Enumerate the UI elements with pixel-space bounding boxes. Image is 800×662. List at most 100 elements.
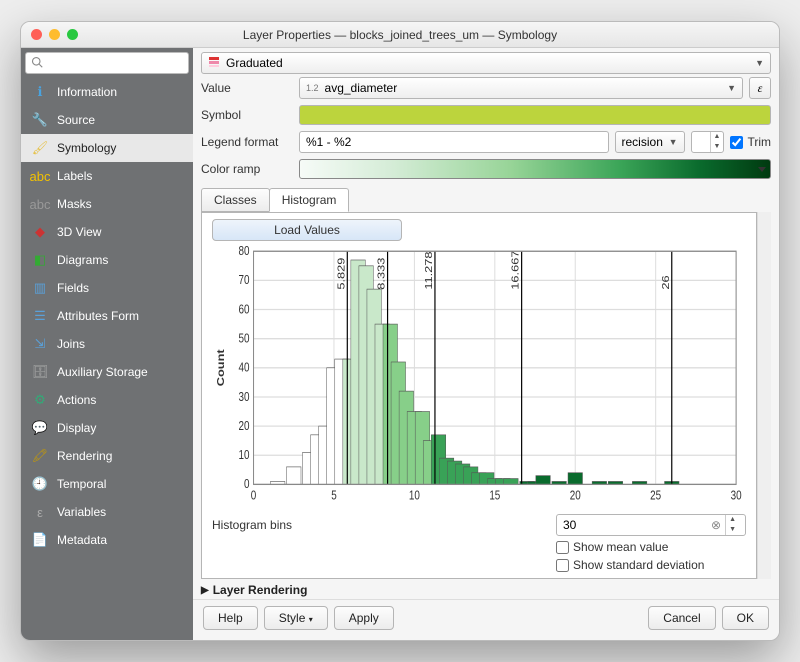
legend-format-label: Legend format xyxy=(201,135,293,149)
sidebar-item-label: Display xyxy=(57,421,96,435)
sidebar-item-label: Temporal xyxy=(57,477,106,491)
value-label: Value xyxy=(201,81,293,95)
sidebar-item-label: Masks xyxy=(57,197,92,211)
svg-text:15: 15 xyxy=(489,490,500,503)
svg-text:30: 30 xyxy=(731,490,742,503)
svg-text:5: 5 xyxy=(331,490,337,503)
load-values-button[interactable]: Load Values xyxy=(212,219,402,241)
sidebar-item-temporal[interactable]: 🕘 Temporal xyxy=(21,470,193,498)
search-input[interactable] xyxy=(25,52,189,74)
main-panel: Graduated ▼ Value 1.2 avg_diameter ▼ ε S… xyxy=(193,48,779,640)
value-field-combo[interactable]: 1.2 avg_diameter ▼ xyxy=(299,77,743,99)
ok-button[interactable]: OK xyxy=(722,606,769,630)
color-ramp-selector[interactable] xyxy=(299,159,771,179)
sidebar-item-information[interactable]: ℹ Information xyxy=(21,78,193,106)
help-button[interactable]: Help xyxy=(203,606,258,630)
sidebar-item-labels[interactable]: abcLabels xyxy=(21,162,193,190)
minimize-icon[interactable] xyxy=(49,29,60,40)
sidebar-item-display[interactable]: 💬Display xyxy=(21,414,193,442)
tab-histogram[interactable]: Histogram xyxy=(269,188,350,212)
sidebar-icon: ▥ xyxy=(31,279,49,297)
show-mean-checkbox[interactable]: Show mean value xyxy=(556,540,746,554)
sidebar-item-label: Fields xyxy=(57,281,89,295)
svg-text:10: 10 xyxy=(409,490,420,503)
svg-text:50: 50 xyxy=(239,332,250,345)
bins-spinbox[interactable]: ⊗ ▲▼ xyxy=(556,514,746,536)
zoom-icon[interactable] xyxy=(67,29,78,40)
svg-text:8.333: 8.333 xyxy=(377,258,387,290)
sidebar-item-diagrams[interactable]: ◧Diagrams xyxy=(21,246,193,274)
svg-text:16.667: 16.667 xyxy=(511,251,521,290)
window-controls xyxy=(21,29,78,40)
svg-text:5.829: 5.829 xyxy=(337,258,347,290)
sidebar-item-fields[interactable]: ▥ Fields xyxy=(21,274,193,302)
sidebar-item-metadata[interactable]: 📄 Metadata xyxy=(21,526,193,554)
tabs: Classes Histogram xyxy=(201,188,771,212)
sidebar-icon: 🕘 xyxy=(31,475,49,493)
scrollbar[interactable] xyxy=(757,212,771,579)
sidebar-item-label: Symbology xyxy=(57,141,116,155)
renderer-combo[interactable]: Graduated ▼ xyxy=(201,52,771,74)
field-type-badge: 1.2 xyxy=(306,83,319,93)
spin-down-icon[interactable]: ▼ xyxy=(726,525,739,535)
sidebar-item-source[interactable]: 🔧Source xyxy=(21,106,193,134)
sidebar-item-label: Source xyxy=(57,113,95,127)
chevron-down-icon: ▼ xyxy=(727,83,736,93)
sidebar-item-label: Variables xyxy=(57,505,106,519)
sidebar-item-label: Actions xyxy=(57,393,96,407)
sidebar-item-label: 3D View xyxy=(57,225,101,239)
svg-text:30: 30 xyxy=(239,391,250,404)
svg-text:0: 0 xyxy=(251,490,257,503)
sidebar-item-masks[interactable]: abcMasks xyxy=(21,190,193,218)
style-button[interactable]: Style ▾ xyxy=(264,606,328,630)
dialog-footer: Help Style ▾ Apply Cancel OK xyxy=(193,599,779,640)
svg-text:25: 25 xyxy=(650,490,661,503)
close-icon[interactable] xyxy=(31,29,42,40)
sidebar-item-actions[interactable]: ⚙Actions xyxy=(21,386,193,414)
cancel-button[interactable]: Cancel xyxy=(648,606,715,630)
precision-combo[interactable]: recision ▼ xyxy=(615,131,685,153)
sidebar-item-label: Metadata xyxy=(57,533,107,547)
precision-spinbox[interactable]: ▲▼ xyxy=(691,131,725,153)
symbol-swatch[interactable] xyxy=(299,105,771,125)
trim-checkbox[interactable]: Trim xyxy=(730,135,771,149)
sidebar-icon: 📄 xyxy=(31,531,49,549)
apply-button[interactable]: Apply xyxy=(334,606,394,630)
sidebar-icon: 🖍 xyxy=(31,447,49,465)
renderer-label: Graduated xyxy=(226,56,283,70)
symbol-label: Symbol xyxy=(201,108,293,122)
spin-down-icon[interactable]: ▼ xyxy=(711,142,724,152)
sidebar-item-label: Information xyxy=(57,85,117,99)
sidebar-item-label: Diagrams xyxy=(57,253,108,267)
svg-text:20: 20 xyxy=(239,420,250,433)
spin-up-icon[interactable]: ▲ xyxy=(726,515,739,525)
layer-rendering-header[interactable]: ▶ Layer Rendering xyxy=(201,579,771,599)
svg-text:Count: Count xyxy=(216,349,226,386)
sidebar-item-attributes-form[interactable]: ☰Attributes Form xyxy=(21,302,193,330)
color-ramp-label: Color ramp xyxy=(201,162,293,176)
svg-text:26: 26 xyxy=(661,275,671,289)
bins-label: Histogram bins xyxy=(212,518,292,532)
sidebar-icon: ⇲ xyxy=(31,335,49,353)
clear-icon[interactable]: ⊗ xyxy=(707,518,725,532)
sidebar-item-joins[interactable]: ⇲Joins xyxy=(21,330,193,358)
sidebar-item-label: Rendering xyxy=(57,449,112,463)
sidebar-item-variables[interactable]: εVariables xyxy=(21,498,193,526)
sidebar-icon: 🗄 xyxy=(31,363,49,381)
sidebar-icon: ℹ xyxy=(31,83,49,101)
show-std-checkbox[interactable]: Show standard deviation xyxy=(556,558,746,572)
svg-text:20: 20 xyxy=(570,490,581,503)
tab-classes[interactable]: Classes xyxy=(201,188,270,212)
spin-up-icon[interactable]: ▲ xyxy=(711,132,724,142)
sidebar-item-rendering[interactable]: 🖍 Rendering xyxy=(21,442,193,470)
sidebar-item-symbology[interactable]: 🖌Symbology xyxy=(21,134,193,162)
histogram-pane: Load Values 0102030405060708005101520253… xyxy=(201,212,757,579)
sidebar-item-3d-view[interactable]: ◆3D View xyxy=(21,218,193,246)
legend-format-input[interactable] xyxy=(299,131,609,153)
svg-text:11.278: 11.278 xyxy=(424,251,434,289)
sidebar-item-label: Labels xyxy=(57,169,92,183)
sidebar-item-auxiliary-storage[interactable]: 🗄 Auxiliary Storage xyxy=(21,358,193,386)
expression-button[interactable]: ε xyxy=(749,77,771,99)
sidebar: ℹ Information 🔧Source🖌SymbologyabcLabelsab… xyxy=(21,48,193,640)
sidebar-item-label: Auxiliary Storage xyxy=(57,365,148,379)
